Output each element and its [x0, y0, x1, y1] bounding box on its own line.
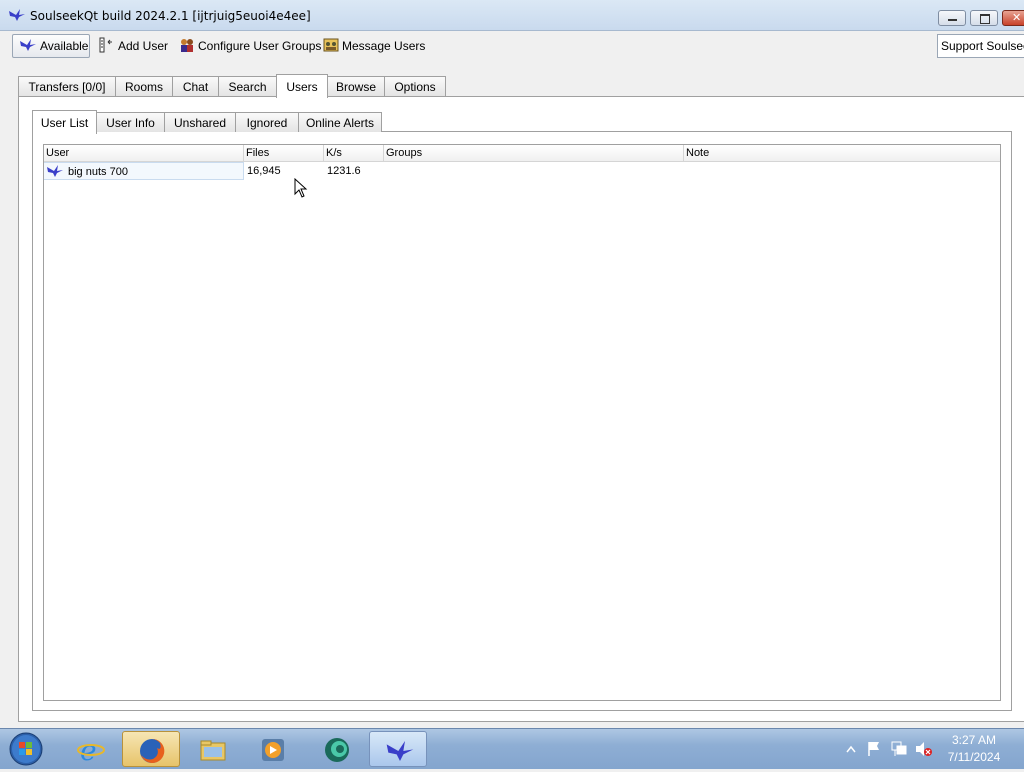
table-row[interactable]: big nuts 700 16,945 1231.6	[44, 162, 1000, 180]
tab-label: Users	[286, 79, 318, 94]
user-list-table[interactable]: User Files K/s Groups Note big nuts 700 …	[43, 144, 1001, 701]
user-name: big nuts 700	[68, 166, 128, 178]
start-button[interactable]	[7, 731, 45, 767]
add-user-button[interactable]: Add User	[99, 34, 168, 58]
tab-unshared[interactable]: Unshared	[164, 112, 236, 132]
tab-rooms[interactable]: Rooms	[115, 76, 173, 96]
tab-label: Ignored	[246, 115, 288, 130]
tab-label: Unshared	[173, 115, 227, 130]
tab-label: Browse	[335, 79, 376, 94]
chevron-up-icon	[846, 745, 856, 753]
tab-users[interactable]: Users	[276, 74, 328, 98]
title-bar[interactable]: SoulseekQt build 2024.2.1 [ijtrjuig5euoi…	[0, 0, 1024, 31]
message-users-label: Message Users	[342, 39, 426, 53]
configure-user-groups-button[interactable]: Configure User Groups	[179, 34, 321, 58]
action-center-flag[interactable]	[866, 729, 882, 769]
tab-label: Rooms	[124, 79, 163, 94]
status-button[interactable]: Available	[12, 34, 90, 58]
volume-muted-icon	[916, 742, 932, 756]
svg-text:e: e	[80, 736, 97, 764]
table-header: User Files K/s Groups Note	[44, 145, 1000, 162]
message-users-icon	[323, 37, 339, 56]
column-header-groups[interactable]: Groups	[384, 145, 684, 161]
column-header-speed[interactable]: K/s	[324, 145, 384, 161]
maximize-button[interactable]	[970, 10, 998, 26]
folder-icon	[200, 740, 226, 761]
add-user-icon	[99, 37, 115, 56]
tab-search[interactable]: Search	[218, 76, 277, 96]
configure-user-groups-label: Configure User Groups	[198, 39, 322, 53]
taskbar: e	[0, 728, 1024, 769]
column-header-files[interactable]: Files	[244, 145, 324, 161]
cell-files: 16,945	[247, 165, 281, 177]
tab-label: Chat	[182, 79, 209, 94]
cell-speed: 1231.6	[327, 165, 361, 177]
soulseek-bird-icon	[46, 164, 64, 184]
column-header-note[interactable]: Note	[684, 145, 1000, 161]
clock-date[interactable]: 7/11/2024	[940, 750, 1008, 764]
window-title: SoulseekQt build 2024.2.1 [ijtrjuig5euoi…	[30, 9, 311, 23]
soulseek-bird-icon	[19, 38, 37, 55]
close-button[interactable]	[1002, 10, 1024, 26]
tab-label: Options	[394, 79, 436, 94]
flag-icon	[868, 742, 879, 756]
cell-note	[684, 162, 1000, 180]
tab-user-info[interactable]: User Info	[96, 112, 165, 132]
tab-label: Online Alerts	[305, 115, 375, 130]
taskbar-firefox[interactable]	[122, 731, 180, 767]
taskbar-file-explorer[interactable]	[184, 731, 242, 767]
firefox-icon	[140, 738, 165, 763]
clock-time[interactable]: 3:27 AM	[944, 733, 1004, 747]
tab-user-list[interactable]: User List	[32, 110, 97, 134]
add-user-label: Add User	[118, 39, 169, 53]
cell-user[interactable]: big nuts 700	[44, 162, 244, 180]
tab-online-alerts[interactable]: Online Alerts	[298, 112, 382, 132]
internet-explorer-icon: e	[77, 736, 105, 764]
show-hidden-icons-button[interactable]	[846, 729, 856, 769]
cell-groups	[384, 162, 684, 180]
tab-label: User List	[40, 115, 89, 130]
tab-browse[interactable]: Browse	[327, 76, 385, 96]
media-player-icon	[262, 739, 284, 761]
taskbar-internet-explorer[interactable]: e	[62, 731, 120, 767]
tab-label: Search	[228, 79, 267, 94]
support-soulseek-label: Support Soulseek	[941, 39, 1024, 53]
soulseek-window: SoulseekQt build 2024.2.1 [ijtrjuig5euoi…	[0, 0, 1024, 728]
taskbar-app[interactable]	[308, 731, 366, 767]
column-header-user[interactable]: User	[44, 145, 244, 161]
tab-label: Transfers [0/0]	[28, 79, 106, 94]
support-soulseek-button[interactable]: Support Soulseek	[937, 34, 1024, 58]
tab-transfers[interactable]: Transfers [0/0]	[18, 76, 116, 96]
soulseek-bird-icon	[8, 8, 26, 25]
minimize-button[interactable]	[938, 10, 966, 26]
taskbar-media-player[interactable]	[244, 731, 302, 767]
taskbar-soulseek[interactable]	[369, 731, 427, 767]
tab-ignored[interactable]: Ignored	[235, 112, 299, 132]
user-groups-icon	[179, 37, 195, 56]
network-tray-icon[interactable]	[890, 729, 908, 769]
status-label: Available	[40, 39, 89, 53]
tab-chat[interactable]: Chat	[172, 76, 219, 96]
tab-options[interactable]: Options	[384, 76, 446, 96]
toolbar: Available Add User Configure User Groups…	[0, 31, 1024, 61]
app-icon	[325, 738, 349, 762]
mouse-cursor-icon	[294, 177, 308, 201]
tab-label: User Info	[106, 115, 155, 130]
network-icon	[891, 741, 907, 756]
volume-tray-icon[interactable]	[914, 729, 934, 769]
message-users-button[interactable]: Message Users	[323, 34, 425, 58]
soulseek-bird-icon	[386, 741, 414, 761]
